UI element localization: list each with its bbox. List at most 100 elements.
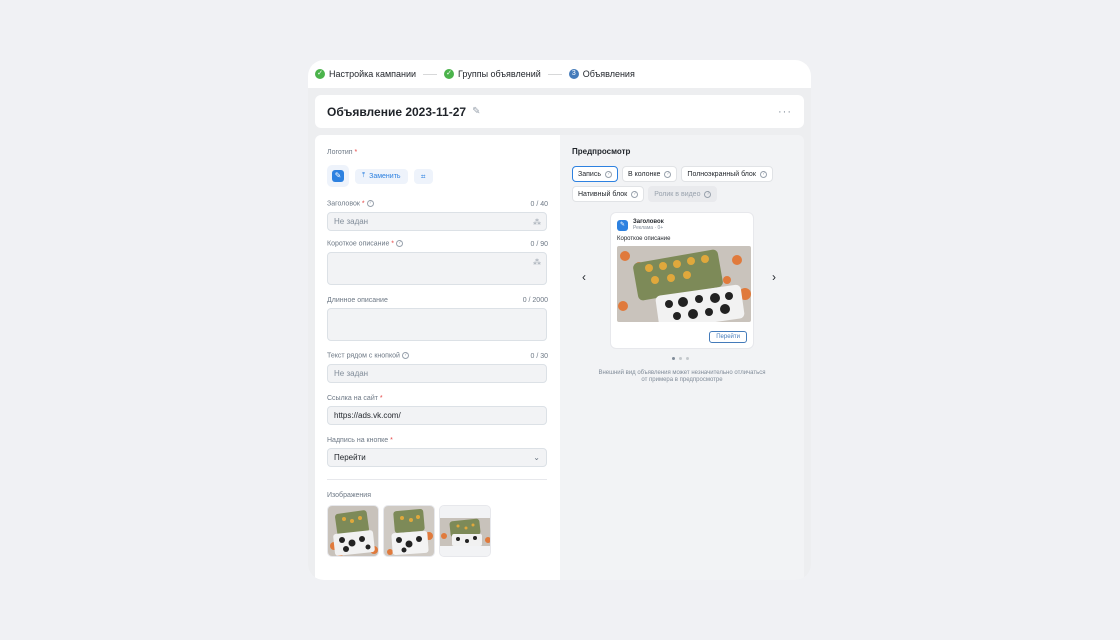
required-mark: * (379, 394, 383, 402)
check-circle-icon: ✓ (444, 69, 455, 79)
title-input[interactable]: Не задан ⁂ (327, 212, 547, 231)
image-list (327, 505, 548, 557)
step-separator (547, 73, 562, 75)
tab-video[interactable]: Ролик в видео ? (648, 186, 718, 202)
logo-row: ✎ ⤒ Заменить ⌗ (327, 165, 548, 187)
long-description-textarea[interactable] (327, 308, 547, 341)
short-description-label: Короткое описание *? 0 / 90 (327, 239, 548, 249)
help-icon[interactable]: ? (401, 352, 409, 360)
preview-panel: Предпросмотр Запись ? В колонке ? Полноэ… (560, 135, 804, 580)
input-value: https://ads.vk.com/ (334, 411, 401, 420)
required-mark: * (354, 148, 358, 156)
char-counter: 0 / 2000 (522, 296, 548, 304)
step-number-badge: 3 (568, 69, 579, 79)
carousel-dot[interactable] (672, 357, 675, 360)
help-icon[interactable]: ? (664, 170, 672, 178)
tab-column[interactable]: В колонке ? (621, 166, 678, 182)
site-link-input[interactable]: https://ads.vk.com/ (327, 406, 547, 425)
help-icon[interactable]: ? (704, 190, 712, 198)
stepper: ✓ Настройка кампании ✓ Группы объявлений… (308, 60, 811, 88)
tab-label: В колонке (627, 170, 661, 178)
page-title: Объявление 2023-11-27 (327, 104, 467, 119)
image-thumbnail[interactable] (383, 505, 435, 557)
post-cta-button[interactable]: Перейти (709, 331, 747, 343)
help-icon[interactable]: ? (631, 190, 639, 198)
tab-label: Ролик в видео (654, 190, 701, 198)
phone-case-image (328, 506, 378, 556)
short-description-textarea[interactable]: ⁂ (327, 252, 547, 285)
chevron-left-icon[interactable]: ‹ (582, 270, 586, 284)
short-description-field: Короткое описание *? 0 / 90 ⁂ (327, 239, 548, 285)
button-text-field: Текст рядом с кнопкой? 0 / 30 Не задан (327, 351, 548, 383)
ad-title-bar: Объявление 2023-11-27 ✎ ··· (315, 95, 804, 128)
step-label: Группы объявлений (458, 69, 541, 79)
post-header: ✎ Заголовок Реклама · 0+ (617, 219, 747, 231)
image-thumbnail[interactable] (439, 505, 491, 557)
chevron-down-icon: ⌄ (533, 453, 540, 462)
carousel-dot[interactable] (686, 357, 689, 360)
logo-label: Логотип * (327, 147, 548, 157)
help-icon[interactable]: ? (759, 170, 767, 178)
step-ad-groups[interactable]: ✓ Группы объявлений (444, 69, 541, 79)
pencil-icon[interactable]: ✎ (472, 106, 480, 117)
upload-icon: ⤒ (362, 172, 366, 179)
button-text-input[interactable]: Не задан (327, 364, 547, 383)
label-text: Изображения (327, 491, 371, 499)
placeholder-text: Не задан (334, 369, 369, 378)
magic-wand-icon[interactable]: ⁂ (533, 258, 541, 267)
tab-label: Нативный блок (578, 190, 628, 198)
help-icon[interactable]: ? (366, 200, 374, 208)
post-description: Короткое описание (617, 236, 671, 242)
phone-case-image (617, 246, 751, 322)
chevron-right-icon[interactable]: › (772, 270, 776, 284)
required-mark: * (391, 240, 395, 248)
vk-ads-logo-icon: ✎ (332, 170, 344, 182)
carousel-dot[interactable] (679, 357, 682, 360)
label-text: Надпись на кнопке (327, 436, 389, 444)
step-label: Настройка кампании (329, 69, 417, 79)
replace-logo-button[interactable]: ⤒ Заменить (355, 168, 408, 184)
images-label: Изображения (327, 490, 548, 500)
ad-editor-window: ✓ Настройка кампании ✓ Группы объявлений… (308, 60, 811, 580)
help-icon[interactable]: ? (604, 170, 612, 178)
button-caption-label: Надпись на кнопке * (327, 435, 548, 445)
placeholder-text: Не задан (334, 217, 369, 226)
preview-carousel: ‹ ✎ Заголовок Реклама · 0+ Короткое опис… (572, 212, 792, 362)
button-text-label: Текст рядом с кнопкой? 0 / 30 (327, 351, 548, 361)
check-circle-icon: ✓ (315, 69, 325, 79)
logo-thumbnail[interactable]: ✎ (327, 165, 349, 187)
step-label: Объявления (582, 69, 635, 79)
tab-label: Полноэкранный блок (687, 170, 756, 178)
tab-fullscreen[interactable]: Полноэкранный блок ? (681, 166, 773, 182)
label-text: Текст рядом с кнопкой (327, 352, 400, 360)
tab-post[interactable]: Запись ? (572, 166, 618, 182)
post-subtitle: Реклама · 0+ (633, 225, 664, 231)
selected-value: Перейти (334, 453, 366, 462)
images-field: Изображения (327, 490, 548, 557)
magic-wand-icon[interactable]: ⁂ (533, 218, 541, 227)
tab-native[interactable]: Нативный блок ? (572, 186, 645, 202)
long-description-label: Длинное описание 0 / 2000 (327, 295, 548, 305)
char-counter: 0 / 30 (530, 352, 548, 360)
carousel-pagination (672, 357, 689, 360)
more-options-icon[interactable]: ··· (778, 106, 792, 118)
help-icon[interactable]: ? (396, 240, 404, 248)
preview-disclaimer: Внешний вид объявления может незначитель… (598, 370, 766, 383)
phone-case-image (384, 506, 434, 556)
title-field: Заголовок *? 0 / 40 Не задан ⁂ (327, 199, 548, 231)
preview-format-tabs: Запись ? В колонке ? Полноэкранный блок … (572, 166, 787, 202)
button-caption-select[interactable]: Перейти ⌄ (327, 448, 547, 467)
required-mark: * (361, 200, 365, 208)
step-ads[interactable]: 3 Объявления (568, 69, 635, 79)
button-caption-field: Надпись на кнопке * Перейти ⌄ (327, 435, 548, 467)
char-counter: 0 / 90 (530, 240, 548, 248)
title-label: Заголовок *? 0 / 40 (327, 199, 548, 209)
divider (327, 479, 547, 480)
avatar: ✎ (617, 219, 628, 231)
image-thumbnail[interactable] (327, 505, 379, 557)
ad-post-preview: ✎ Заголовок Реклама · 0+ Короткое описан… (610, 212, 754, 349)
label-text: Длинное описание (327, 296, 388, 304)
crop-logo-button[interactable]: ⌗ (413, 168, 433, 184)
site-link-field: Ссылка на сайт * https://ads.vk.com/ (327, 393, 548, 425)
step-campaign-settings[interactable]: ✓ Настройка кампании (315, 69, 416, 79)
